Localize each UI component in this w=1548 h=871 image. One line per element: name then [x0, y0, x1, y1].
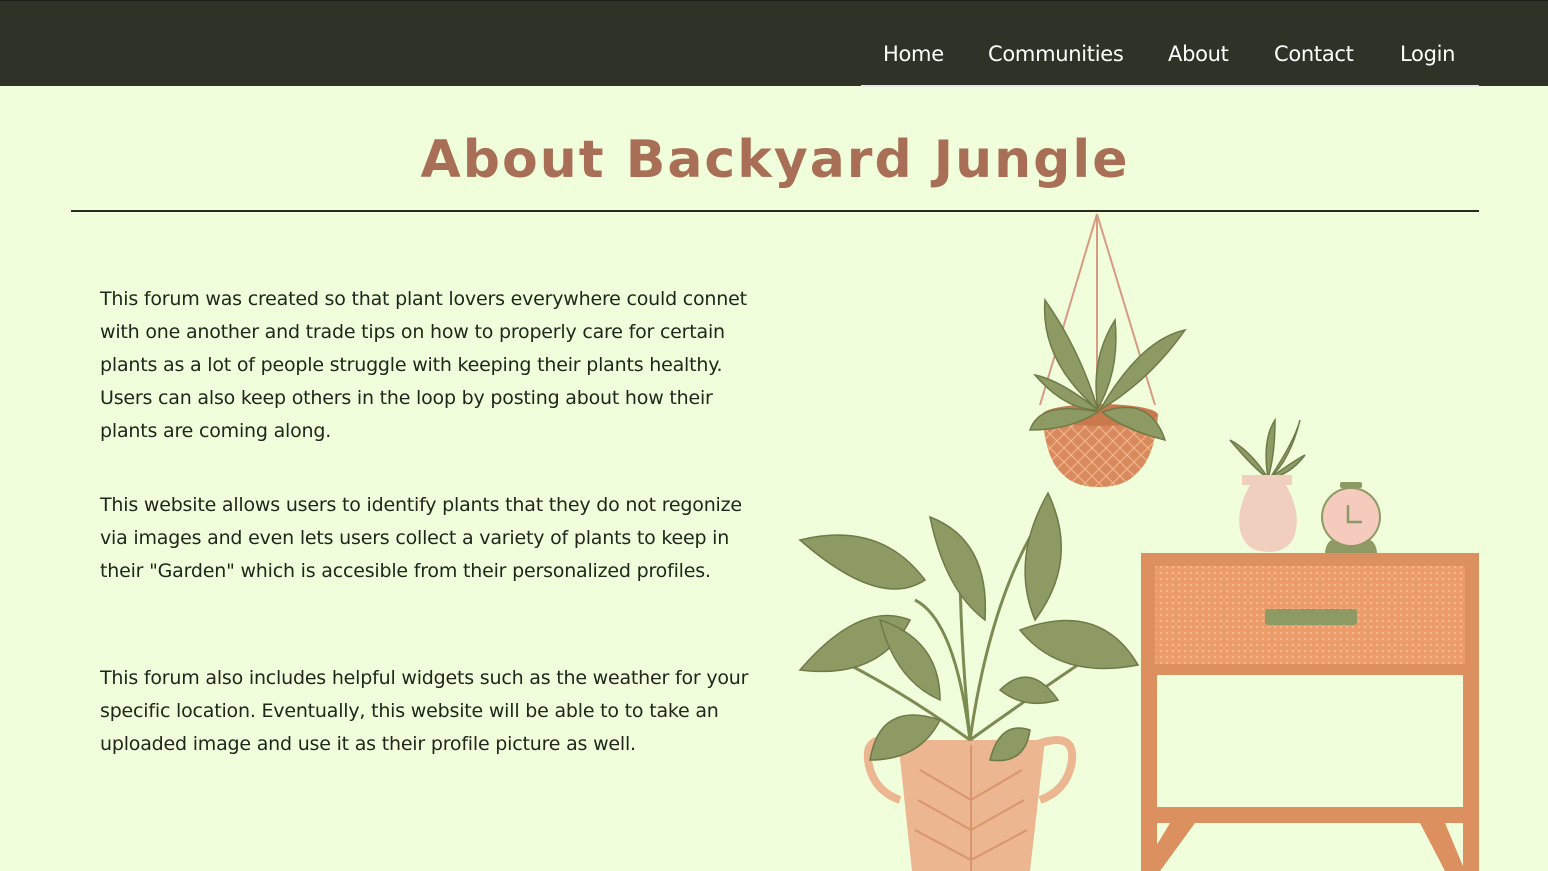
floor-planter: [798, 491, 1140, 871]
nav-home-link[interactable]: Home: [883, 42, 944, 66]
nav-contact-link[interactable]: Contact: [1274, 42, 1354, 66]
nav-communities-link[interactable]: Communities: [988, 42, 1124, 66]
nightstand: [1141, 553, 1479, 871]
about-paragraph-3: This forum also includes helpful widgets…: [100, 662, 750, 761]
paragraph-text: This forum also includes helpful widgets…: [100, 667, 749, 755]
page-title: About Backyard Jungle: [420, 130, 1130, 190]
paragraph-text: This website allows users to identify pl…: [100, 494, 742, 582]
nav-links: Home Communities About Contact Login: [861, 1, 1479, 87]
nav-login-link[interactable]: Login: [1400, 42, 1455, 66]
small-vase: [1229, 417, 1306, 552]
plants-illustration: [798, 213, 1479, 871]
clock-decor: [1321, 482, 1381, 553]
top-navbar: Home Communities About Contact Login: [0, 0, 1548, 87]
paragraph-text: This forum was created so that plant lov…: [100, 288, 747, 442]
about-paragraph-2: This website allows users to identify pl…: [100, 489, 750, 588]
hanging-planter: [1028, 213, 1187, 488]
nav-about-link[interactable]: About: [1168, 42, 1229, 66]
about-paragraph-1: This forum was created so that plant lov…: [100, 283, 750, 448]
